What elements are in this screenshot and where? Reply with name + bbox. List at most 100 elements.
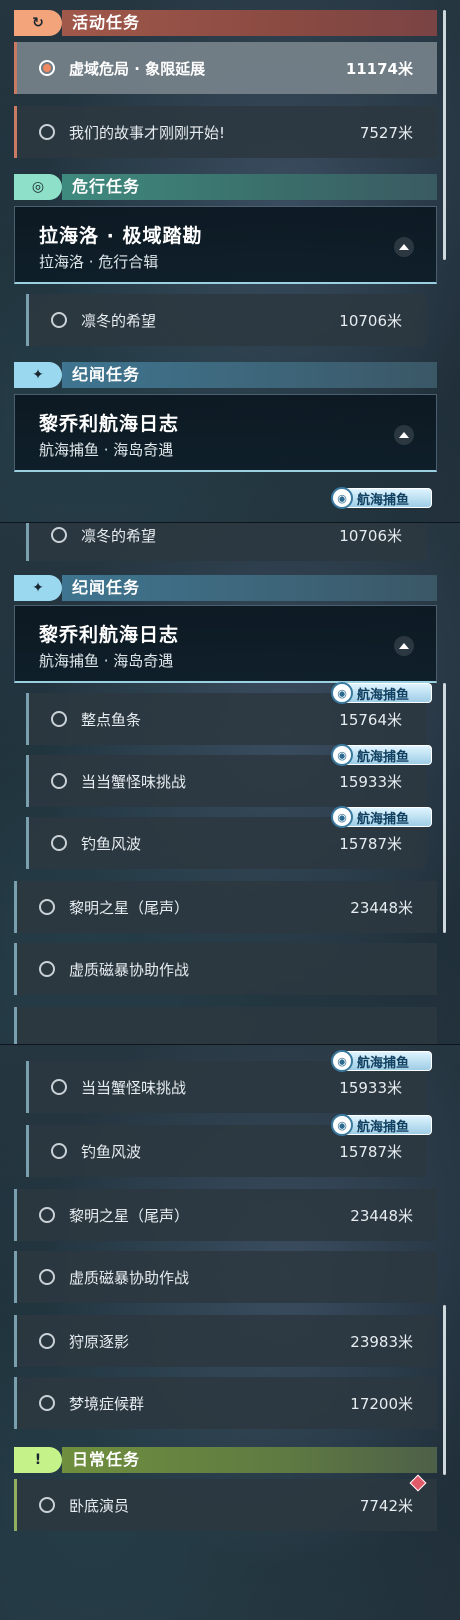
- radio-icon: [51, 773, 67, 789]
- quest-name: 卧底演员: [69, 1496, 130, 1515]
- fishing-icon: ◉: [331, 1050, 353, 1072]
- badge-label: 航海捕鱼: [357, 1055, 410, 1071]
- collapse-arrow-icon[interactable]: [394, 636, 414, 656]
- quest-distance: 15764米: [339, 710, 402, 729]
- chain-subtitle: 拉海洛 · 危行合辑: [39, 253, 159, 271]
- quest-row-magstorm[interactable]: 虚质磁暴协助作战: [14, 943, 437, 995]
- radio-icon: [39, 1333, 55, 1349]
- scrollbar-thumb[interactable]: [443, 10, 446, 260]
- quest-distance: 15787米: [339, 1142, 402, 1161]
- quest-distance: 23448米: [350, 898, 413, 917]
- event-quest-icon: ↻: [14, 10, 62, 36]
- quest-distance: 23983米: [350, 1332, 413, 1351]
- quest-distance: 15933米: [339, 1078, 402, 1097]
- quest-panel-section-1: ↻ 活动任务 虚域危局 · 象限延展 11174米 我们的故事才刚刚开始! 75…: [0, 0, 460, 522]
- chain-title: 黎乔利航海日志: [39, 413, 180, 435]
- quest-row-our-story[interactable]: 我们的故事才刚刚开始! 7527米: [14, 106, 437, 158]
- radio-icon: [51, 1143, 67, 1159]
- quest-name: 虚质磁暴协助作战: [69, 960, 190, 979]
- category-danger-quests[interactable]: ◎ 危行任务: [14, 174, 437, 200]
- quest-name: 虚质磁暴协助作战: [69, 1268, 190, 1287]
- fishing-badge: ◉ 航海捕鱼: [331, 806, 432, 828]
- chain-card-liqiao[interactable]: 黎乔利航海日志 航海捕鱼 · 海岛奇遇: [14, 394, 437, 472]
- radio-icon: [39, 1207, 55, 1223]
- quest-distance: 10706米: [339, 311, 402, 330]
- chain-title: 黎乔利航海日志: [39, 624, 180, 646]
- chain-subtitle: 航海捕鱼 · 海岛奇遇: [39, 652, 174, 670]
- quest-row-dawn-star[interactable]: 黎明之星（尾声） 23448米: [14, 881, 437, 933]
- fishing-badge: ◉ 航海捕鱼: [331, 1050, 432, 1072]
- fishing-icon: ◉: [331, 682, 353, 704]
- quest-name: 黎明之星（尾声）: [69, 898, 190, 917]
- quest-name: 我们的故事才刚刚开始!: [69, 123, 226, 142]
- category-chronicle-quests[interactable]: ✦ 纪闻任务: [14, 575, 437, 601]
- quest-row-dawn-star[interactable]: 黎明之星（尾声） 23448米: [14, 1189, 437, 1241]
- radio-icon: [51, 527, 67, 543]
- quest-name: 狩原逐影: [69, 1332, 130, 1351]
- quest-name: 钓鱼风波: [81, 834, 142, 853]
- chain-subtitle: 航海捕鱼 · 海岛奇遇: [39, 441, 174, 459]
- daily-quest-icon: !: [14, 1447, 62, 1473]
- quest-panel-section-3: 当当蟹怪味挑战 15933米 ◉ 航海捕鱼 钓鱼风波 15787米 ◉ 航海捕鱼…: [0, 1045, 460, 1620]
- quest-distance: 7527米: [359, 123, 413, 142]
- fishing-icon: ◉: [331, 1114, 353, 1136]
- collapse-arrow-icon[interactable]: [394, 237, 414, 257]
- scrollbar-thumb[interactable]: [443, 683, 446, 933]
- quest-name: 黎明之星（尾声）: [69, 1206, 190, 1225]
- quest-name: 凛冬的希望: [81, 311, 157, 330]
- quest-name: 钓鱼风波: [81, 1142, 142, 1161]
- category-title: 纪闻任务: [62, 362, 437, 388]
- chain-card-lahailuo[interactable]: 拉海洛 · 极域踏勘 拉海洛 · 危行合辑: [14, 206, 437, 284]
- radio-icon: [51, 1079, 67, 1095]
- quest-row-bottom-actor[interactable]: 卧底演员 7742米: [14, 1479, 437, 1531]
- quest-distance: 23448米: [350, 1206, 413, 1225]
- quest-distance: 15933米: [339, 772, 402, 791]
- quest-name: 梦境症候群: [69, 1394, 145, 1413]
- quest-row-partial[interactable]: [14, 1007, 437, 1044]
- category-event-quests[interactable]: ↻ 活动任务: [14, 10, 437, 36]
- quest-row-dream-syndrome[interactable]: 梦境症候群 17200米: [14, 1377, 437, 1429]
- category-chronicle-quests[interactable]: ✦ 纪闻任务: [14, 362, 437, 388]
- danger-quest-icon: ◎: [14, 174, 62, 200]
- chain-title: 拉海洛 · 极域踏勘: [39, 225, 203, 247]
- category-title: 日常任务: [62, 1447, 437, 1473]
- quest-row-void-peril[interactable]: 虚域危局 · 象限延展 11174米: [14, 42, 437, 94]
- quest-name: 当当蟹怪味挑战: [81, 1078, 187, 1097]
- fishing-badge: ◉ 航海捕鱼: [331, 1114, 432, 1136]
- category-title: 纪闻任务: [62, 575, 437, 601]
- chain-card-liqiao[interactable]: 黎乔利航海日志 航海捕鱼 · 海岛奇遇: [14, 605, 437, 683]
- fishing-icon: ◉: [331, 487, 353, 509]
- radio-icon: [39, 124, 55, 140]
- quest-name: 凛冬的希望: [81, 526, 157, 545]
- quest-distance: 11174米: [345, 59, 413, 78]
- radio-icon: [39, 1269, 55, 1285]
- category-title: 活动任务: [62, 10, 437, 36]
- quest-row-winter-hope[interactable]: 凛冬的希望 10706米: [26, 294, 426, 346]
- fishing-badge: ◉ 航海捕鱼: [331, 744, 432, 766]
- category-daily-quests[interactable]: ! 日常任务: [14, 1447, 437, 1473]
- radio-icon: [51, 711, 67, 727]
- quest-distance: 7742米: [359, 1496, 413, 1515]
- quest-row-hunting-shadow[interactable]: 狩原逐影 23983米: [14, 1315, 437, 1367]
- quest-row-winter-hope[interactable]: 凛冬的希望 10706米: [26, 523, 426, 561]
- quest-panel-section-2: 凛冬的希望 10706米 ✦ 纪闻任务 黎乔利航海日志 航海捕鱼 · 海岛奇遇 …: [0, 523, 460, 1044]
- collapse-arrow-icon[interactable]: [394, 425, 414, 445]
- radio-icon: [39, 1497, 55, 1513]
- quest-name: 当当蟹怪味挑战: [81, 772, 187, 791]
- quest-name: 整点鱼条: [81, 710, 142, 729]
- radio-icon: [51, 835, 67, 851]
- radio-icon: [39, 899, 55, 915]
- scrollbar-thumb[interactable]: [443, 1305, 446, 1475]
- quest-name: 虚域危局 · 象限延展: [69, 59, 206, 78]
- radio-icon: [51, 312, 67, 328]
- chronicle-quest-icon: ✦: [14, 575, 62, 601]
- fishing-badge: ◉ 航海捕鱼: [331, 682, 432, 704]
- chronicle-quest-icon: ✦: [14, 362, 62, 388]
- quest-distance: 17200米: [350, 1394, 413, 1413]
- quest-row-magstorm[interactable]: 虚质磁暴协助作战: [14, 1251, 437, 1303]
- selected-radio-icon: [39, 60, 55, 76]
- badge-label: 航海捕鱼: [357, 492, 410, 508]
- badge-label: 航海捕鱼: [357, 687, 410, 703]
- badge-label: 航海捕鱼: [357, 749, 410, 765]
- radio-icon: [39, 1395, 55, 1411]
